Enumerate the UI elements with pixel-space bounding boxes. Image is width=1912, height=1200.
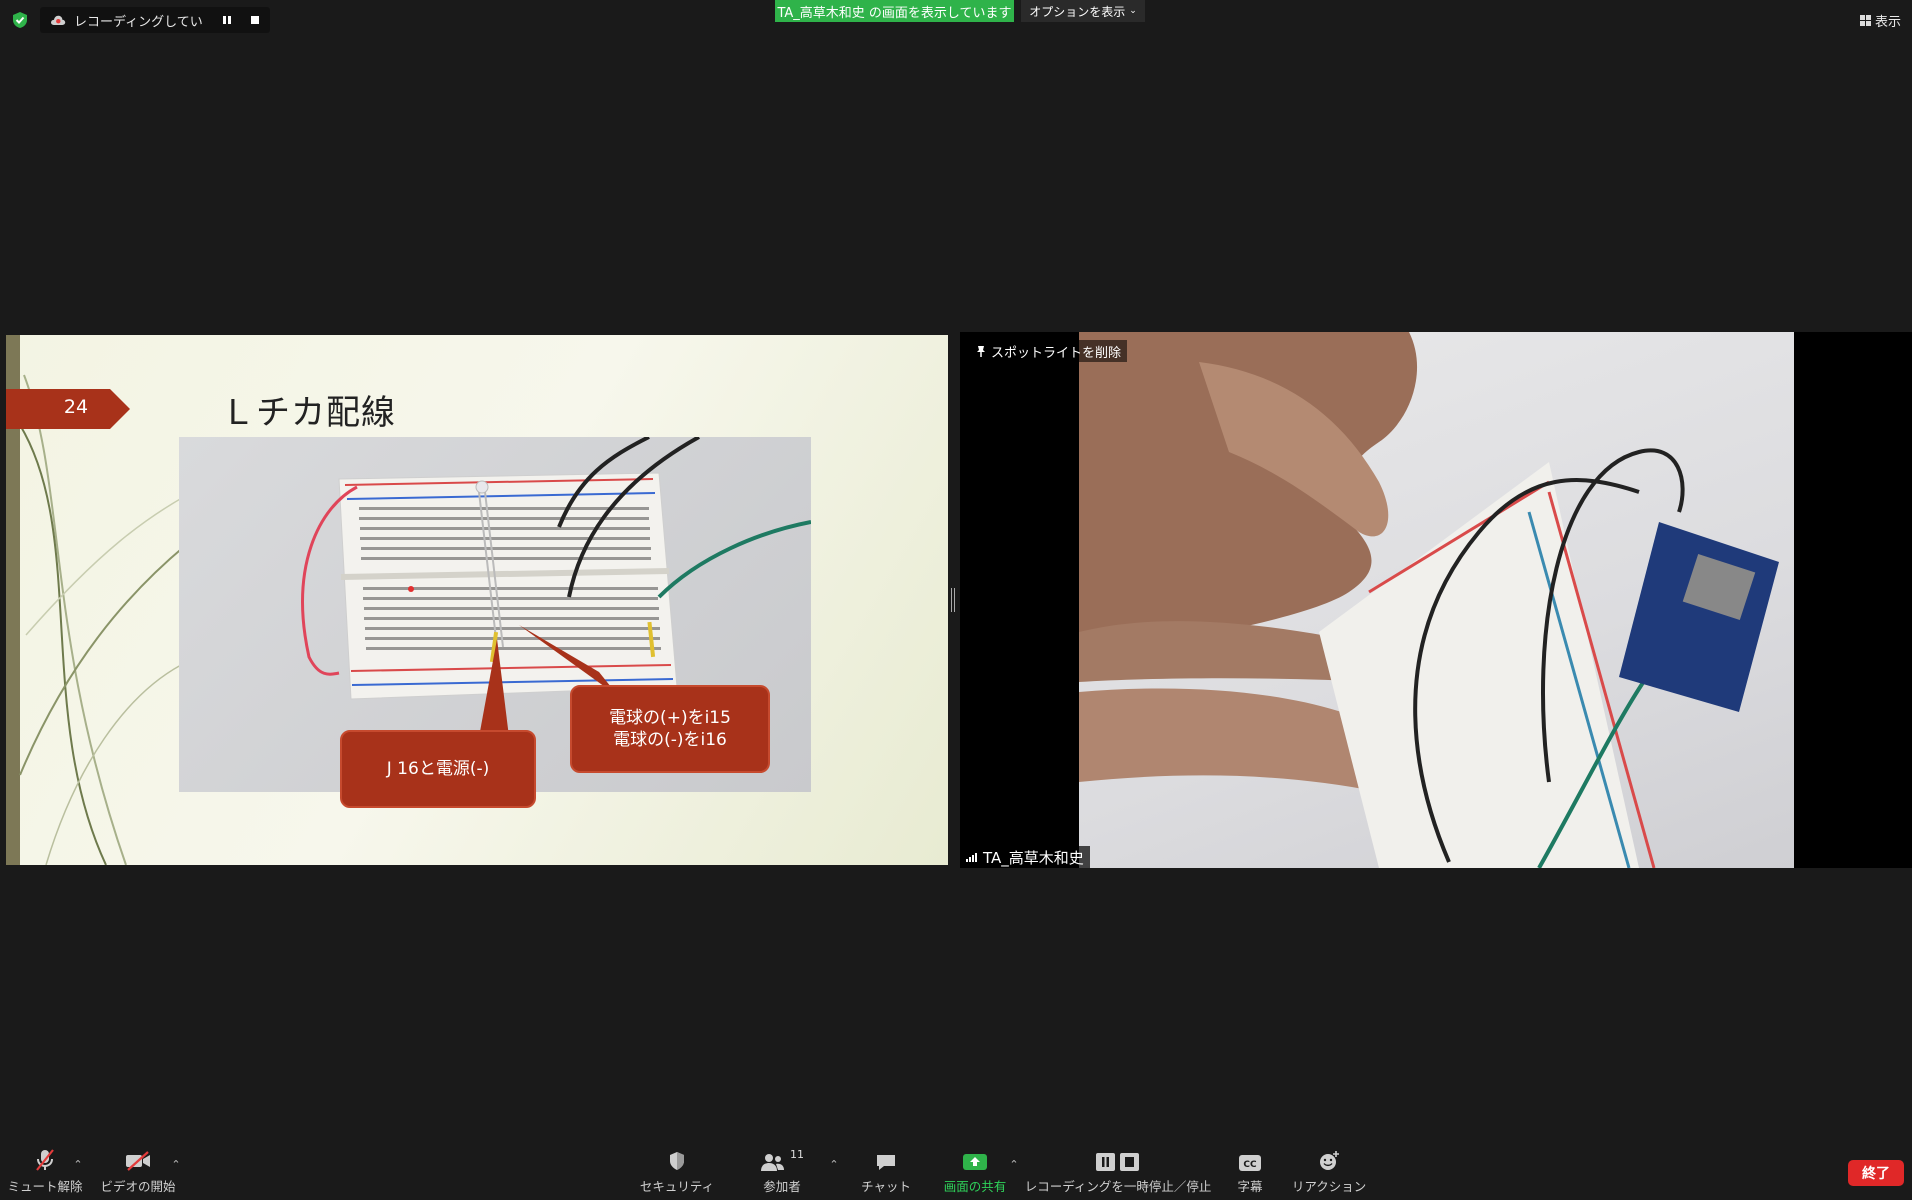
share-screen-icon [962,1148,988,1172]
participants-button[interactable]: 11 参加者 [756,1148,808,1195]
participants-label: 参加者 [763,1179,801,1194]
slide-page-number: 24 [63,396,89,418]
participant-name: TA_高草木和史 [983,848,1084,867]
chat-bubble-icon [875,1148,897,1172]
security-button[interactable]: セキュリティ [640,1148,714,1195]
screen-share-banner: TA_高草木和史 の画面を表示しています [775,0,1014,22]
start-video-label: ビデオの開始 [100,1179,176,1194]
share-screen-button[interactable]: 画面の共有 [941,1148,1009,1195]
view-options-label: オプションを表示 [1029,4,1126,19]
security-shield-icon [667,1148,687,1172]
chat-button[interactable]: チャット [861,1148,911,1195]
cloud-recording-icon [50,14,66,26]
remove-spotlight-label: スポットライトを削除 [991,345,1122,361]
callout-led-line2: 電球の(-)をi16 [613,730,727,750]
remove-spotlight-button[interactable]: スポットライトを削除 [970,340,1128,362]
closed-captions-icon: CC [1238,1148,1262,1172]
pin-icon [976,345,986,358]
participant-name-tag: TA_高草木和史 [960,846,1090,868]
recording-controls-label: レコーディングを一時停止／停止 [1024,1179,1212,1194]
stop-recording-icon[interactable] [244,11,266,29]
view-options-button[interactable]: オプションを表示 ⌄ [1021,0,1145,22]
view-label: 表示 [1875,14,1902,30]
participants-icon: 11 [760,1148,804,1172]
shared-screen-slide[interactable]: 24 Ｌチカ配線 J 16と電源(-) 電球の(+)をi15 電球の(-)をi1… [6,335,948,865]
muted-mic-icon [34,1148,56,1172]
security-label: セキュリティ [639,1179,715,1194]
unmute-button[interactable]: ミュート解除 [8,1148,83,1195]
security-shield-icon[interactable] [10,10,30,30]
captions-button[interactable]: CC 字幕 [1230,1148,1270,1195]
start-video-button[interactable]: ビデオの開始 [100,1148,176,1195]
camera-feed [1079,332,1794,868]
participants-options-caret-icon[interactable]: ⌃ [828,1158,840,1171]
pause-stop-recording-icon [1095,1148,1141,1172]
chevron-down-icon: ⌄ [1129,6,1137,16]
recording-indicator: レコーディングしています... [40,7,270,33]
reactions-button[interactable]: リアクション [1292,1148,1366,1195]
signal-strength-icon [966,852,978,862]
view-button[interactable]: 表示 [1860,10,1910,30]
slide-title: Ｌチカ配線 [221,393,396,433]
video-options-caret-icon[interactable]: ⌃ [170,1158,182,1171]
callout-j16-text: J 16と電源(-) [386,759,490,779]
participant-count: 11 [790,1148,804,1161]
end-meeting-button[interactable]: 終了 [1848,1160,1904,1186]
panel-resize-handle[interactable] [950,588,956,612]
grid-view-icon [1860,14,1871,26]
captions-label: 字幕 [1237,1179,1263,1194]
recording-status-text: レコーディングしています... [74,14,204,30]
callout-led: 電球の(+)をi15 電球の(-)をi16 [570,685,770,773]
chat-label: チャット [861,1179,911,1194]
share-screen-label: 画面の共有 [943,1179,1007,1194]
callout-j16: J 16と電源(-) [340,730,536,808]
share-options-caret-icon[interactable]: ⌃ [1008,1158,1020,1171]
svg-text:CC: CC [1243,1160,1257,1170]
recording-controls-button[interactable]: レコーディングを一時停止／停止 [1025,1148,1211,1195]
callout-led-line1: 電球の(+)をi15 [609,708,731,728]
reactions-label: リアクション [1291,1179,1367,1194]
participant-video[interactable]: スポットライトを削除 TA_高草木和史 [960,332,1912,868]
pause-recording-icon[interactable] [216,11,238,29]
unmute-label: ミュート解除 [7,1179,83,1194]
video-off-icon [124,1148,152,1172]
audio-options-caret-icon[interactable]: ⌃ [72,1158,84,1171]
reaction-smiley-icon [1317,1148,1341,1172]
